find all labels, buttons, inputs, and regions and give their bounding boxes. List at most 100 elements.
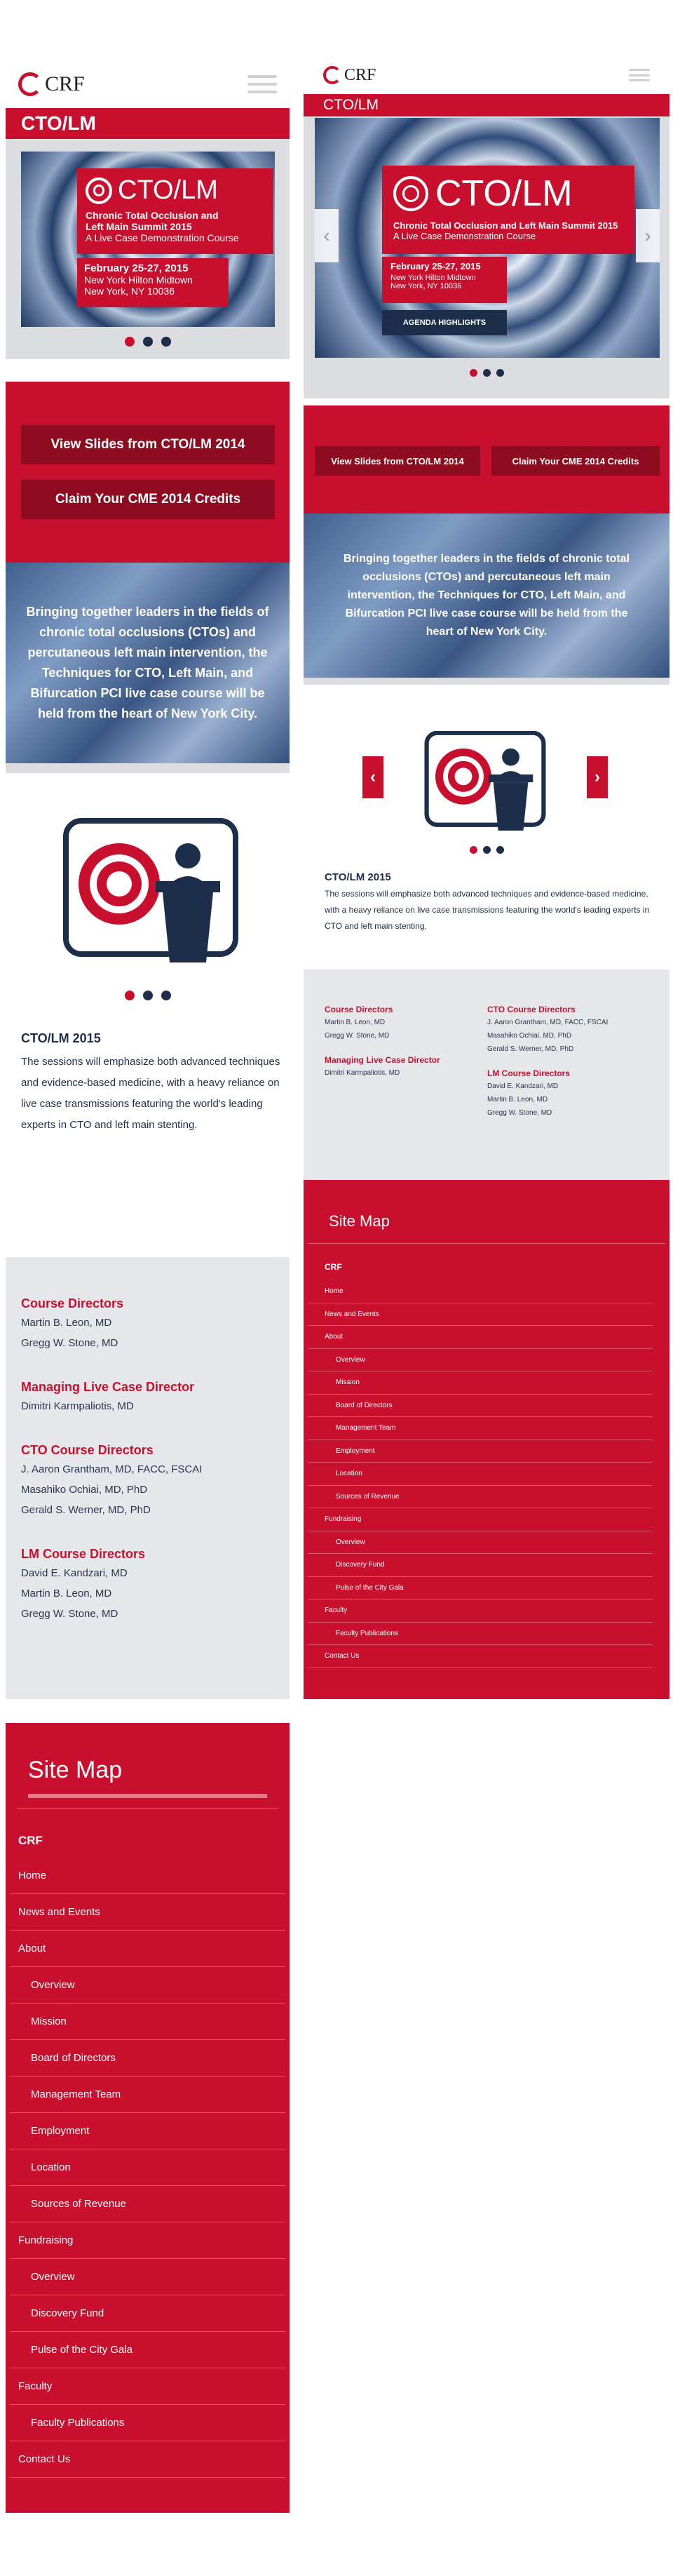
chevron-left-icon[interactable]: ‹	[315, 209, 339, 262]
director-name: Gregg W. Stone, MD	[21, 1337, 118, 1349]
director-name: Martin B. Leon, MD	[21, 1317, 112, 1329]
site-map-link[interactable]: Location	[308, 1463, 653, 1486]
cto-logo-icon	[86, 177, 112, 204]
crf-logo[interactable]: CRF	[18, 72, 85, 96]
site-map-link[interactable]: News and Events	[308, 1303, 653, 1326]
carousel-dot[interactable]	[161, 991, 171, 1000]
view-slides-button[interactable]: View Slides from CTO/LM 2014	[315, 446, 480, 476]
site-map-link[interactable]: Fundraising	[308, 1508, 653, 1531]
directors-heading: Course Directors	[325, 1005, 393, 1014]
directors-section: Course Directors Martin B. Leon, MD Greg…	[304, 970, 669, 1180]
claim-cme-button[interactable]: Claim Your CME 2014 Credits	[21, 480, 275, 519]
claim-cme-button[interactable]: Claim Your CME 2014 Credits	[491, 446, 660, 476]
about-section: CTO/LM 2015 The sessions will emphasize …	[21, 1031, 280, 1136]
carousel-dot[interactable]	[469, 369, 477, 377]
view-slides-button[interactable]: View Slides from CTO/LM 2014	[21, 425, 275, 464]
director-name: Gregg W. Stone, MD	[487, 1109, 552, 1117]
mobile-view-wide: CRF CTO/LM ‹ › CTO/LM Chronic Total Occl…	[304, 58, 669, 1769]
carousel-dot[interactable]	[142, 991, 153, 1000]
event-venue: New York Hilton Midtown	[390, 274, 476, 282]
site-map-title: Site Map	[17, 1723, 278, 1809]
carousel-dot[interactable]	[482, 369, 491, 377]
carousel-dot[interactable]	[469, 846, 477, 854]
site-map-link[interactable]: Faculty Publications	[10, 2405, 285, 2441]
site-map-link[interactable]: Employment	[308, 1440, 653, 1463]
directors-section: Course Directors Martin B. Leon, MD Greg…	[6, 1257, 290, 1699]
about-section: CTO/LM 2015 The sessions will emphasize …	[325, 871, 654, 934]
site-map-link[interactable]: Sources of Revenue	[308, 1486, 653, 1508]
hamburger-icon[interactable]	[629, 69, 650, 81]
agenda-highlights-button[interactable]: AGENDA HIGHLIGHTS	[382, 310, 507, 335]
site-map-link[interactable]: Sources of Revenue	[10, 2186, 285, 2222]
site-map-link[interactable]: Employment	[10, 2113, 285, 2149]
event-city: New York, NY 10036	[84, 286, 175, 297]
carousel-dot[interactable]	[482, 846, 491, 854]
site-map-link[interactable]: Mission	[10, 2004, 285, 2040]
site-map-link[interactable]: Board of Directors	[10, 2040, 285, 2077]
director-name: Martin B. Leon, MD	[21, 1588, 112, 1599]
site-map-link[interactable]: Contact Us	[308, 1645, 653, 1668]
event-badge[interactable]: CTO/LM Chronic Total Occlusion and Left …	[382, 166, 634, 254]
site-map: Site Map CRF Home News and Events About Ove…	[304, 1180, 669, 1699]
site-map-title-text: Site Map	[28, 1757, 123, 1783]
site-map-link[interactable]: Faculty	[308, 1599, 653, 1623]
badge-title: CTO/LM	[118, 175, 218, 205]
site-map-link[interactable]: Management Team	[10, 2077, 285, 2113]
site-map-root[interactable]: CRF	[308, 1244, 665, 1280]
divider	[6, 763, 290, 773]
site-map-root[interactable]: CRF	[10, 1809, 285, 1858]
site-map-link[interactable]: Fundraising	[10, 2222, 285, 2259]
site-map-link[interactable]: Location	[10, 2149, 285, 2186]
event-dates: February 25-27, 2015	[84, 262, 189, 274]
site-map-link[interactable]: Contact Us	[10, 2441, 285, 2478]
chevron-right-icon[interactable]: ›	[587, 756, 608, 798]
cto-logo-icon	[393, 176, 428, 211]
director-name: Martin B. Leon, MD	[325, 1019, 386, 1026]
hero-carousel: ‹ › CTO/LM Chronic Total Occlusion and L…	[304, 116, 669, 398]
site-map-link[interactable]: Home	[308, 1280, 653, 1303]
site-map-link[interactable]: About	[308, 1326, 653, 1349]
carousel-dot[interactable]	[161, 337, 171, 347]
page-title: CTO/LM	[304, 94, 669, 116]
event-badge[interactable]: CTO/LM Chronic Total Occlusion and Left …	[77, 168, 273, 254]
site-map-link[interactable]: Home	[10, 1858, 285, 1894]
site-map-link[interactable]: Overview	[308, 1531, 653, 1554]
carousel-dot[interactable]	[496, 846, 504, 854]
director-name: Gregg W. Stone, MD	[325, 1032, 390, 1040]
page-title-text: CTO/LM	[323, 97, 379, 113]
carousel-dot[interactable]	[124, 991, 135, 1000]
chevron-left-icon[interactable]: ‹	[362, 756, 383, 798]
site-map-link[interactable]: Pulse of the City Gala	[10, 2332, 285, 2368]
site-map-link[interactable]: Management Team	[308, 1417, 653, 1440]
site-map-link[interactable]: Pulse of the City Gala	[308, 1577, 653, 1599]
site-map-link[interactable]: News and Events	[10, 1894, 285, 1931]
site-map-link[interactable]: Faculty Publications	[308, 1623, 653, 1645]
event-dates: February 25-27, 2015	[390, 261, 481, 271]
site-map-link[interactable]: Board of Directors	[308, 1395, 653, 1417]
crf-logo[interactable]: CRF	[323, 66, 376, 85]
page-title-text: CTO/LM	[21, 112, 96, 134]
event-date-box: February 25-27, 2015 New York Hilton Mid…	[77, 258, 229, 307]
site-map-link[interactable]: Overview	[10, 1967, 285, 2004]
site-map-link[interactable]: Faculty	[10, 2368, 285, 2405]
site-map-link[interactable]: Discovery Fund	[10, 2295, 285, 2332]
crf-logo-icon	[323, 66, 341, 84]
carousel-dot[interactable]	[142, 337, 153, 347]
site-map-link[interactable]: Mission	[308, 1371, 653, 1395]
site-map-link[interactable]: Overview	[308, 1349, 653, 1371]
logo-text: CRF	[45, 72, 85, 95]
directors-heading: Managing Live Case Director	[325, 1055, 440, 1065]
carousel-dot[interactable]	[124, 337, 135, 347]
chevron-right-icon[interactable]: ›	[636, 209, 660, 262]
carousel-dots	[6, 337, 290, 347]
site-map-list: Home News and Events About Overview Mission B…	[308, 1280, 665, 1668]
hamburger-icon[interactable]	[247, 75, 277, 93]
site-map-link[interactable]: Overview	[10, 2259, 285, 2295]
carousel-dot[interactable]	[496, 369, 504, 377]
speaker-podium-icon	[424, 730, 546, 831]
agenda-highlights-label: AGENDA HIGHLIGHTS	[402, 318, 487, 327]
speaker-podium-icon	[63, 818, 238, 962]
director-name: David E. Kandzari, MD	[487, 1082, 559, 1090]
site-map-link[interactable]: About	[10, 1931, 285, 1967]
site-map-link[interactable]: Discovery Fund	[308, 1554, 653, 1577]
